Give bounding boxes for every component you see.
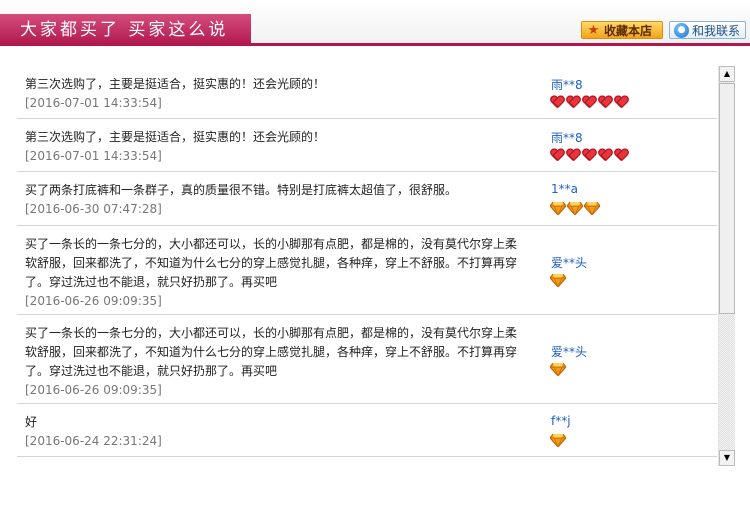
review-scrollbar[interactable]: ▲ ▼ — [718, 66, 735, 466]
heart-icon — [582, 96, 597, 109]
review-list: 第三次选购了，主要是挺适合，挺实惠的！还会光顾的！ [2016-07-01 14:… — [17, 66, 717, 457]
scroll-down-icon[interactable]: ▼ — [719, 450, 735, 466]
review-date: [2016-06-30 07:47:28] — [25, 202, 162, 216]
buyer-rating-badges — [549, 200, 601, 216]
buyer-rating-badges — [549, 432, 567, 448]
review-text: 买了一条长的一条七分的，大小都还可以，长的小脚那有点肥，都是棉的，没有莫代尔穿上… — [25, 235, 520, 311]
review-text: 买了两条打底裤和一条群子，真的质量很不错。特别是打底裤太超值了，很舒服。 [201… — [25, 181, 520, 219]
review-row: 买了一条长的一条七分的，大小都还可以，长的小脚那有点肥，都是棉的，没有莫代尔穿上… — [17, 226, 717, 315]
favorite-shop-label: 收藏本店 — [604, 24, 653, 38]
review-row: 买了一条长的一条七分的，大小都还可以，长的小脚那有点肥，都是棉的，没有莫代尔穿上… — [17, 315, 717, 404]
review-date: [2016-07-01 14:33:54] — [25, 96, 162, 110]
chat-icon: ● — [674, 23, 689, 38]
diamond-icon — [549, 361, 567, 377]
contact-me-button[interactable]: ● 和我联系 — [669, 21, 746, 39]
heart-icon — [566, 96, 581, 109]
star-icon: ★ — [587, 23, 600, 38]
review-date: [2016-06-24 22:31:24] — [25, 434, 162, 448]
diamond-icon — [566, 200, 584, 216]
buyer-rating-badges — [549, 361, 567, 377]
scrollbar-thumb[interactable] — [719, 83, 735, 314]
reviewer-name[interactable]: 雨**8 — [551, 76, 583, 93]
review-row: 第三次选购了，主要是挺适合，挺实惠的！还会光顾的！ [2016-07-01 14:… — [17, 66, 717, 119]
review-text: 买了一条长的一条七分的，大小都还可以，长的小脚那有点肥，都是棉的，没有莫代尔穿上… — [25, 324, 520, 400]
contact-me-label: 和我联系 — [692, 24, 741, 38]
heart-icon — [582, 149, 597, 162]
reviewer-name[interactable]: 爱**头 — [551, 343, 587, 360]
heart-icon — [614, 149, 629, 162]
diamond-icon — [583, 200, 601, 216]
review-date: [2016-07-01 14:33:54] — [25, 149, 162, 163]
reviewer-name[interactable]: f**j — [551, 414, 571, 428]
buyer-rating-badges — [550, 147, 630, 163]
heart-icon — [550, 149, 565, 162]
heart-icon — [598, 149, 613, 162]
heart-icon — [550, 96, 565, 109]
section-title-tab: 大家都买了 买家这么说 — [0, 14, 251, 46]
reviewer-name[interactable]: 1**a — [551, 182, 578, 196]
heart-icon — [614, 96, 629, 109]
diamond-icon — [549, 432, 567, 448]
review-text: 第三次选购了，主要是挺适合，挺实惠的！还会光顾的！ [2016-07-01 14:… — [25, 128, 520, 166]
scroll-up-icon[interactable]: ▲ — [719, 66, 735, 82]
review-text: 好 [2016-06-24 22:31:24] — [25, 413, 520, 451]
reviewer-name[interactable]: 爱**头 — [551, 254, 587, 271]
diamond-icon — [549, 200, 567, 216]
review-date: [2016-06-26 09:09:35] — [25, 383, 162, 397]
review-row: 好 [2016-06-24 22:31:24] f**j — [17, 404, 717, 457]
favorite-shop-button[interactable]: ★ 收藏本店 — [581, 21, 663, 39]
buyer-rating-badges — [549, 272, 567, 288]
buyer-rating-badges — [550, 94, 630, 110]
heart-icon — [566, 149, 581, 162]
review-row: 买了两条打底裤和一条群子，真的质量很不错。特别是打底裤太超值了，很舒服。 [201… — [17, 172, 717, 226]
reviewer-name[interactable]: 雨**8 — [551, 129, 583, 146]
heart-icon — [598, 96, 613, 109]
review-date: [2016-06-26 09:09:35] — [25, 294, 162, 308]
shop-header-bar: 大家都买了 买家这么说 ★ 收藏本店 ● 和我联系 — [0, 0, 750, 46]
review-text: 第三次选购了，主要是挺适合，挺实惠的！还会光顾的！ [2016-07-01 14:… — [25, 75, 520, 113]
review-row: 第三次选购了，主要是挺适合，挺实惠的！还会光顾的！ [2016-07-01 14:… — [17, 119, 717, 172]
diamond-icon — [549, 272, 567, 288]
